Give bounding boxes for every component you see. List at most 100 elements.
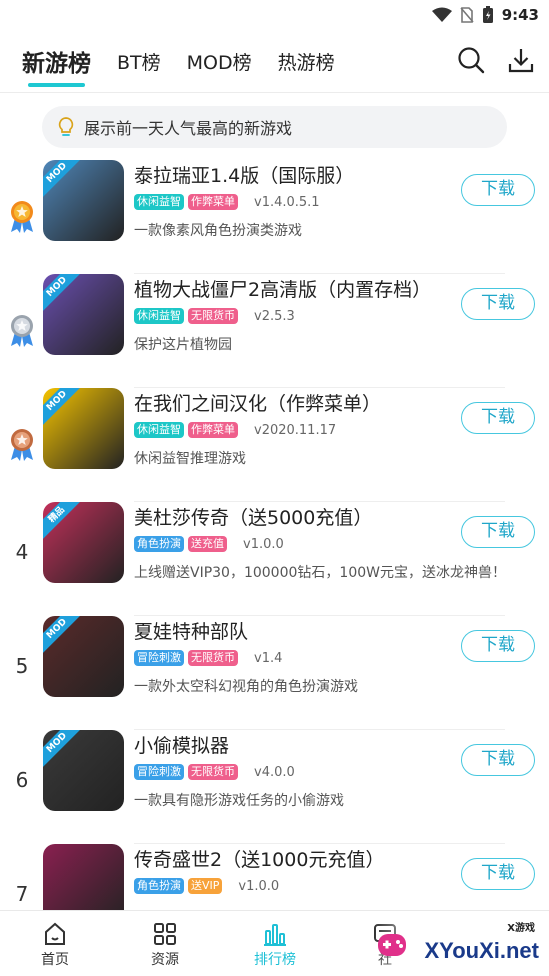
download-button[interactable]: 下载 [461,174,535,206]
home-icon [45,922,65,945]
download-button[interactable]: 下载 [461,744,535,776]
game-row[interactable]: 6 MOD 小偷模拟器冒险刺激 无限货币 v4.0.0 一款具有隐形游戏任务的小偷游戏 下载 [0,730,549,844]
game-tag: 无限货币 [188,650,238,666]
download-button[interactable]: 下载 [461,288,535,320]
game-row[interactable]: 4 精品 美杜莎传奇（送5000充值） 角色扮演 送充值 v1.0.0 上线赠送VIP30，… [0,502,549,616]
download-button[interactable]: 下载 [461,402,535,434]
game-tag: 无限货币 [188,308,238,324]
bottom-nav-label: 资源 [151,952,179,968]
game-tag: 送VIP [188,878,223,894]
game-title[interactable]: 泰拉瑞亚1.4版（国际服） [134,161,354,188]
tag-group: 冒险刺激 无限货币 v1.4 [134,650,282,666]
watermark: X游戏 XYouXi.net [374,916,549,976]
wifi-icon [431,7,452,22]
tag-group: 角色扮演 送VIP v1.0.0 [134,878,279,894]
game-tag: 作弊菜单 [188,194,238,210]
tip-banner: 展示前一天人气最高的新游戏 [42,106,507,148]
game-thumbnail[interactable]: MOD [43,160,124,241]
game-thumbnail[interactable]: MOD [43,730,124,811]
rank-number: 5 [15,654,29,678]
game-tag: 作弊菜单 [188,422,238,438]
thumbnail-badge: 精品 [43,502,84,542]
game-tag: 休闲益智 [134,194,184,210]
bottom-nav-item-2[interactable]: 排行榜 [220,911,330,976]
grid-icon [154,923,176,945]
game-title[interactable]: 美杜莎传奇（送5000充值） [134,503,372,530]
status-bar: 9:43 [0,0,549,30]
game-title[interactable]: 在我们之间汉化（作弊菜单） [134,389,381,416]
header-actions [457,46,535,74]
game-title[interactable]: 夏娃特种部队 [134,617,248,644]
game-row[interactable]: 5 MOD 夏娃特种部队冒险刺激 无限货币 v1.4 一款外太空科幻视角的角色扮演游戏 下载 [0,616,549,730]
game-title[interactable]: 小偷模拟器 [134,731,229,758]
bottom-nav-item-1[interactable]: 资源 [110,911,220,976]
game-title[interactable]: 传奇盛世2（送1000元充值） [134,845,384,872]
game-tag: 冒险刺激 [134,764,184,780]
tab-2[interactable]: MOD榜 [187,48,252,75]
tip-text: 展示前一天人气最高的新游戏 [84,119,293,138]
tab-1[interactable]: BT榜 [117,48,161,75]
game-description: 一款像素风角色扮演类游戏 [134,223,302,239]
game-row[interactable]: MOD 植物大战僵尸2高清版（内置存档） 休闲益智 无限货币 v2.5.3 保护这片植物园… [0,274,549,388]
watermark-text: XYouXi.net [424,938,540,963]
silver-medal-icon [11,315,33,347]
thumbnail-badge: MOD [43,388,84,428]
thumbnail-badge: MOD [43,160,84,200]
header-divider [0,92,549,93]
download-button[interactable]: 下载 [461,516,535,548]
rank-number: 7 [15,882,29,906]
game-row[interactable]: MOD 在我们之间汉化（作弊菜单） 休闲益智 作弊菜单 v2020.11.17 休闲益智推… [0,388,549,502]
tag-group: 角色扮演 送充值 v1.0.0 [134,536,284,552]
game-tag: 角色扮演 [134,878,184,894]
tag-group: 休闲益智 作弊菜单 v1.4.0.5.1 [134,194,320,210]
gold-medal-icon [11,201,33,233]
game-tag: 无限货币 [188,764,238,780]
tag-group: 冒险刺激 无限货币 v4.0.0 [134,764,295,780]
game-tag: 送充值 [188,536,227,552]
bar-chart-icon [264,924,286,946]
thumbnail-badge: MOD [43,274,84,314]
game-description: 一款具有隐形游戏任务的小偷游戏 [134,793,344,809]
watermark-logo-icon [378,934,406,956]
download-button[interactable]: 下载 [461,858,535,890]
game-tag: 休闲益智 [134,308,184,324]
game-tag: 冒险刺激 [134,650,184,666]
bottom-nav-item-0[interactable]: 首页 [0,911,110,976]
game-row[interactable]: MOD 泰拉瑞亚1.4版（国际服） 休闲益智 作弊菜单 v1.4.0.5.1 一款像素风角… [0,160,549,274]
thumbnail-badge: MOD [43,616,84,656]
game-description: 休闲益智推理游戏 [134,451,246,467]
game-thumbnail[interactable]: MOD [43,616,124,697]
download-button[interactable]: 下载 [461,630,535,662]
top-tab-bar: 新游榜 BT榜 MOD榜 热游榜 [0,30,549,92]
game-tag: 角色扮演 [134,536,184,552]
tag-group: 休闲益智 无限货币 v2.5.3 [134,308,295,324]
search-icon[interactable] [457,46,485,74]
download-icon[interactable] [507,46,535,74]
game-description: 保护这片植物园 [134,337,232,353]
game-thumbnail[interactable]: MOD [43,274,124,355]
game-thumbnail[interactable]: 精品 [43,502,124,583]
watermark-small-text: X游戏 [507,923,535,934]
game-version: v1.4.0.5.1 [254,194,320,210]
lightbulb-icon [58,117,74,136]
game-version: v2020.11.17 [254,422,337,438]
battery-icon [482,6,493,23]
game-thumbnail[interactable]: MOD [43,388,124,469]
game-description: 上线赠送VIP30，100000钻石，100W元宝，送冰龙神兽！ [134,565,506,581]
game-title[interactable]: 植物大战僵尸2高清版（内置存档） [134,275,431,302]
tab-0[interactable]: 新游榜 [22,44,91,87]
thumbnail-badge: MOD [43,730,84,770]
status-time: 9:43 [501,6,539,24]
no-sim-icon [460,7,474,23]
tab-3[interactable]: 热游榜 [278,48,335,75]
game-description: 一款外太空科幻视角的角色扮演游戏 [134,679,358,695]
rank-number: 4 [15,540,29,564]
game-list: MOD 泰拉瑞亚1.4版（国际服） 休闲益智 作弊菜单 v1.4.0.5.1 一款像素风角… [0,160,549,958]
game-tag: 休闲益智 [134,422,184,438]
game-version: v1.0.0 [243,536,284,552]
bottom-nav-label: 首页 [41,952,69,968]
rank-number: 6 [15,768,29,792]
game-version: v2.5.3 [254,308,295,324]
game-version: v1.0.0 [238,878,280,894]
game-version: v4.0.0 [254,764,295,780]
